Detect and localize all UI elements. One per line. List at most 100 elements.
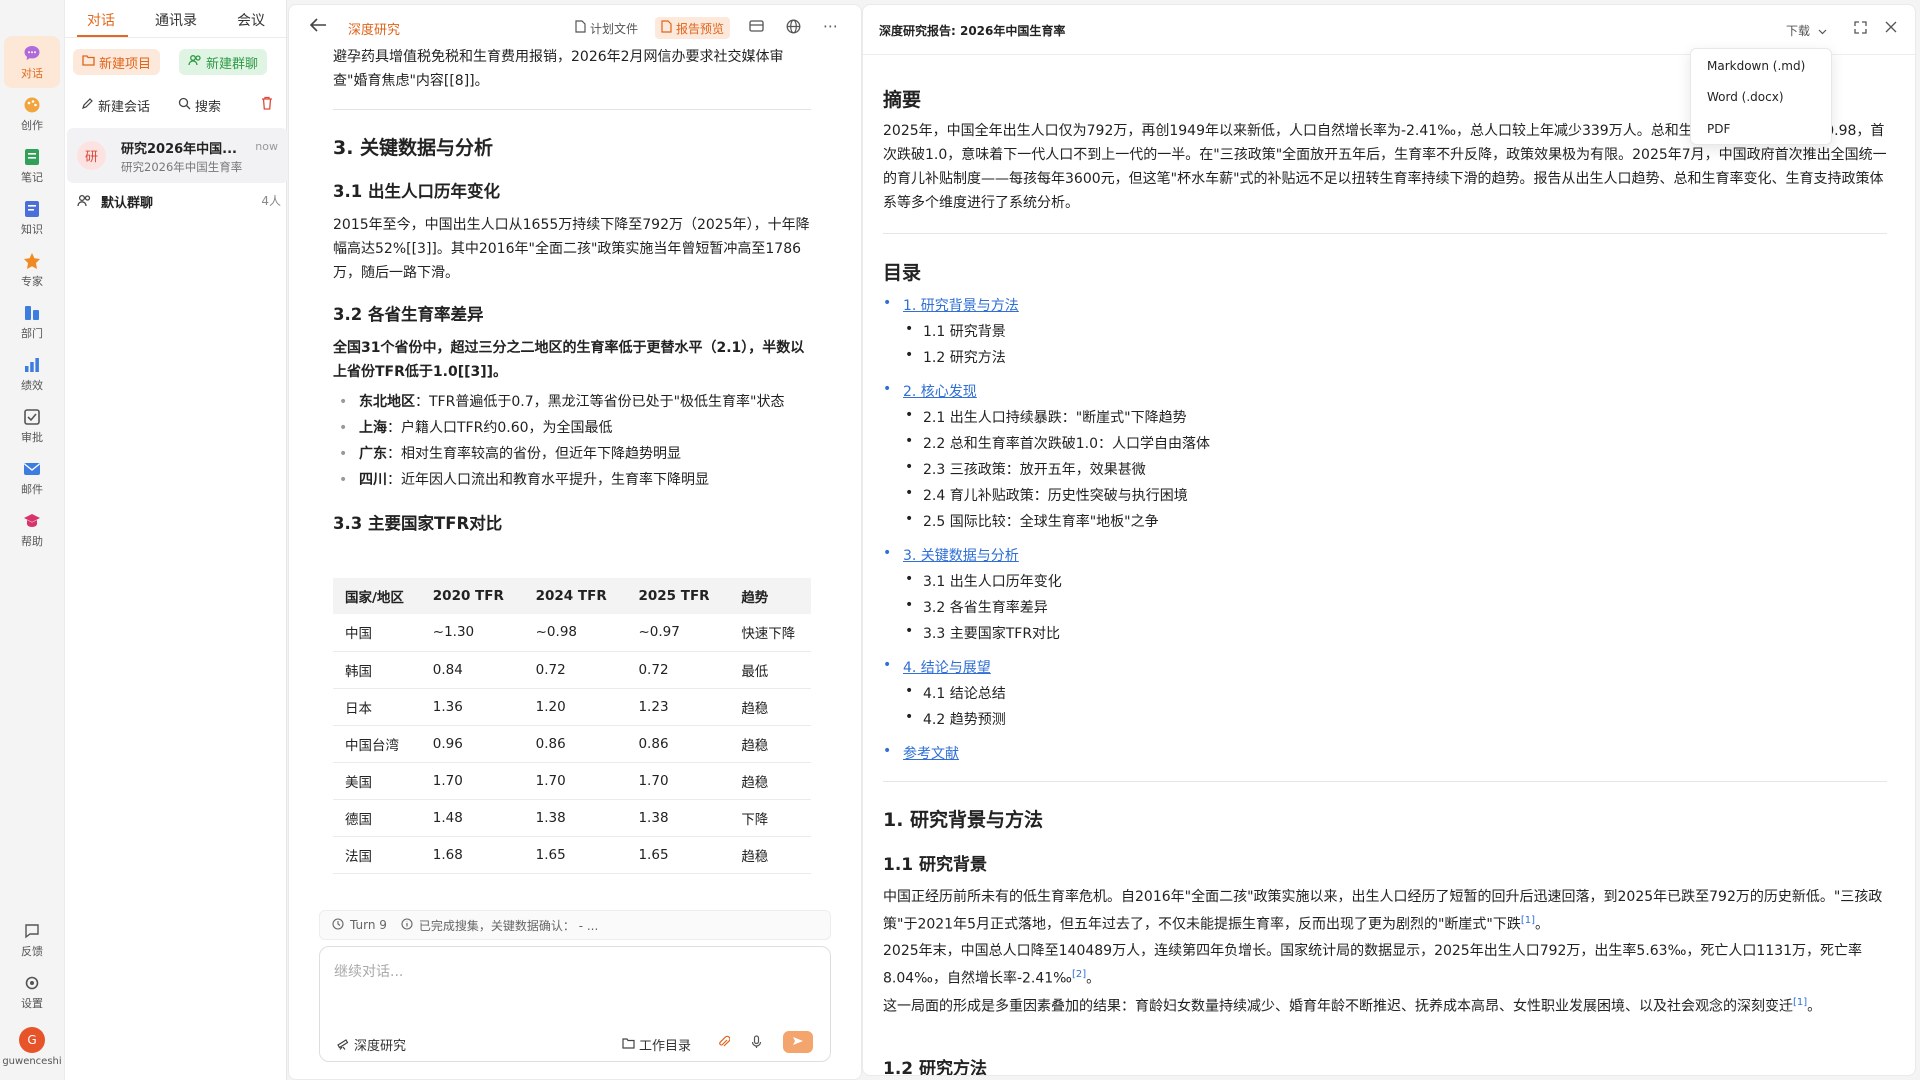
tab-chat[interactable]: 对话 bbox=[87, 10, 115, 30]
chat-title: 深度研究 bbox=[348, 23, 401, 38]
tab-meetings[interactable]: 会议 bbox=[237, 10, 265, 30]
toc-subitem[interactable]: 2.4 育儿补贴政策：历史性突破与执行困境 bbox=[903, 485, 1188, 505]
group-item[interactable]: 默认群聊 4人 bbox=[73, 192, 285, 212]
book-icon bbox=[22, 199, 42, 219]
table-cell: 1.70 bbox=[626, 762, 730, 800]
folder-plus-icon bbox=[82, 54, 95, 70]
tab-contacts[interactable]: 通讯录 bbox=[155, 10, 197, 30]
rail-item-feedback[interactable]: 反馈 bbox=[4, 914, 60, 966]
rail-item-approval[interactable]: 审批 bbox=[4, 400, 60, 452]
turn-counter: Turn 9 bbox=[350, 918, 387, 932]
globe-icon[interactable] bbox=[786, 19, 801, 38]
download-dropdown[interactable]: 下载 bbox=[1786, 22, 1827, 39]
list-item: 四川：近年因人口流出和教育水平提升，生育率下降明显 bbox=[333, 467, 823, 493]
department-icon bbox=[22, 303, 42, 323]
toc-link[interactable]: 1. 研究背景与方法 bbox=[883, 295, 1019, 315]
rail-item-settings[interactable]: 设置 bbox=[4, 966, 60, 1018]
citation-link[interactable]: [1] bbox=[1521, 915, 1535, 926]
section-1-title: 1. 研究背景与方法 bbox=[883, 809, 1044, 831]
toc-subitem[interactable]: 4.1 结论总结 bbox=[903, 683, 1006, 703]
gear-icon bbox=[22, 973, 42, 993]
toc-subitem[interactable]: 1.1 研究背景 bbox=[903, 321, 1006, 341]
toc-subitem[interactable]: 2.1 出生人口持续暴跌："断崖式"下降趋势 bbox=[903, 407, 1187, 427]
toc-link[interactable]: 3. 关键数据与分析 bbox=[883, 545, 1019, 565]
toc-link[interactable]: 4. 结论与展望 bbox=[883, 657, 991, 677]
rail-item-knowledge[interactable]: 知识 bbox=[4, 192, 60, 244]
paperclip-icon[interactable] bbox=[718, 1035, 730, 1049]
feedback-icon bbox=[22, 921, 42, 941]
toc-subitem[interactable]: 3.3 主要国家TFR对比 bbox=[903, 623, 1060, 643]
citation-link[interactable]: [2] bbox=[1072, 969, 1086, 980]
back-arrow-icon[interactable] bbox=[309, 17, 327, 38]
table-row: 韩国 0.84 0.72 0.72 最低 bbox=[333, 651, 811, 689]
toc-link[interactable]: 2. 核心发现 bbox=[883, 381, 977, 401]
chat-panel: 深度研究 计划文件 报告预览 ⋯ 避孕药具增值税免税和生育费用报销，2026年2… bbox=[288, 4, 862, 1080]
search-icon bbox=[178, 97, 191, 114]
group-name: 默认群聊 bbox=[101, 196, 154, 211]
rail-label: 部门 bbox=[21, 327, 43, 340]
send-icon bbox=[792, 1036, 804, 1049]
microphone-icon[interactable] bbox=[751, 1035, 762, 1049]
conversation-item[interactable]: 研 研究2026年中国... 研究2026年中国生育率 now bbox=[67, 128, 288, 183]
list-item: 上海：户籍人口TFR约0.60，为全国最低 bbox=[333, 415, 823, 441]
toc-subitem[interactable]: 3.2 各省生育率差异 bbox=[903, 597, 1048, 617]
toc-subitem[interactable]: 3.1 出生人口历年变化 bbox=[903, 571, 1062, 591]
rail-label: 知识 bbox=[21, 223, 43, 236]
search-button[interactable]: 搜索 bbox=[178, 96, 221, 115]
user-avatar[interactable]: G bbox=[19, 1027, 45, 1053]
archive-icon[interactable] bbox=[749, 19, 764, 37]
download-label: 下载 bbox=[1786, 24, 1811, 38]
abstract-title: 摘要 bbox=[883, 89, 922, 111]
mail-icon bbox=[22, 459, 42, 479]
file-icon bbox=[575, 20, 586, 36]
conversation-list-panel: 对话 通讯录 会议 新建项目 新建群聊 新建会话 搜索 研 研究2026年中国.… bbox=[64, 0, 288, 1080]
rail-item-performance[interactable]: 绩效 bbox=[4, 348, 60, 400]
download-markdown-option[interactable]: Markdown (.md) bbox=[1707, 59, 1805, 73]
new-group-button[interactable]: 新建群聊 bbox=[179, 49, 268, 75]
close-icon[interactable] bbox=[1885, 21, 1897, 37]
deep-research-toggle[interactable]: 深度研究 bbox=[336, 1035, 406, 1054]
toc-subitem[interactable]: 2.5 国际比较：全球生育率"地板"之争 bbox=[903, 511, 1159, 531]
rail-item-help[interactable]: 帮助 bbox=[4, 504, 60, 556]
toc-subitem[interactable]: 2.2 总和生育率首次跌破1.0：人口学自由落体 bbox=[903, 433, 1210, 453]
new-chat-button[interactable]: 新建会话 bbox=[81, 96, 150, 115]
table-cell: 中国台湾 bbox=[333, 725, 421, 763]
rail-item-chat[interactable]: 对话 bbox=[4, 36, 60, 88]
table-header: 国家/地区 bbox=[333, 578, 421, 614]
more-icon[interactable]: ⋯ bbox=[823, 17, 839, 35]
download-pdf-option[interactable]: PDF bbox=[1707, 122, 1730, 136]
toc-subitem[interactable]: 4.2 趋势预测 bbox=[903, 709, 1006, 729]
citation-link[interactable]: [1] bbox=[1793, 997, 1807, 1008]
report-preview-button[interactable]: 报告预览 bbox=[655, 17, 731, 39]
trash-icon[interactable] bbox=[261, 96, 273, 114]
expand-icon[interactable] bbox=[1854, 21, 1867, 38]
conversation-avatar: 研 bbox=[77, 141, 106, 170]
toc-title: 目录 bbox=[883, 262, 922, 284]
plan-file-button[interactable]: 计划文件 bbox=[569, 17, 644, 39]
tfr-table: 国家/地区 2020 TFR 2024 TFR 2025 TFR 趋势 中国 ~1… bbox=[333, 578, 811, 874]
toc-subitem[interactable]: 1.2 研究方法 bbox=[903, 347, 1006, 367]
report-panel: 深度研究报告: 2026年中国生育率 下载 摘要 2025年，中国全年出生人口仅… bbox=[862, 4, 1916, 1076]
rail-item-department[interactable]: 部门 bbox=[4, 296, 60, 348]
toc-link[interactable]: 参考文献 bbox=[883, 743, 959, 763]
toc-subitem[interactable]: 2.3 三孩政策：放开五年，效果甚微 bbox=[903, 459, 1146, 479]
rail-label: 邮件 bbox=[21, 483, 43, 496]
download-word-option[interactable]: Word (.docx) bbox=[1707, 90, 1784, 104]
rail-item-expert[interactable]: 专家 bbox=[4, 244, 60, 296]
info-icon bbox=[401, 917, 413, 933]
send-button[interactable] bbox=[783, 1031, 813, 1053]
section-3-2-text: 全国31个省份中，超过三分之二地区的生育率低于更替水平（2.1），半数以上省份T… bbox=[333, 340, 805, 380]
rail-item-mail[interactable]: 邮件 bbox=[4, 452, 60, 504]
message-input[interactable] bbox=[334, 961, 814, 1001]
divider bbox=[883, 781, 1887, 782]
rail-item-create[interactable]: 创作 bbox=[4, 88, 60, 140]
agent-status-bar[interactable]: Turn 9 已完成搜集，关键数据确认： - ... bbox=[319, 910, 831, 940]
table-header: 2024 TFR bbox=[523, 578, 627, 614]
new-chat-label: 新建会话 bbox=[98, 100, 151, 115]
work-dir-button[interactable]: 工作目录 bbox=[622, 1035, 691, 1054]
new-project-label: 新建项目 bbox=[99, 56, 152, 72]
rail-item-notes[interactable]: 笔记 bbox=[4, 140, 60, 192]
conversation-tabs: 对话 通讯录 会议 bbox=[65, 0, 288, 38]
table-cell: 法国 bbox=[333, 836, 421, 874]
new-project-button[interactable]: 新建项目 bbox=[73, 49, 161, 75]
